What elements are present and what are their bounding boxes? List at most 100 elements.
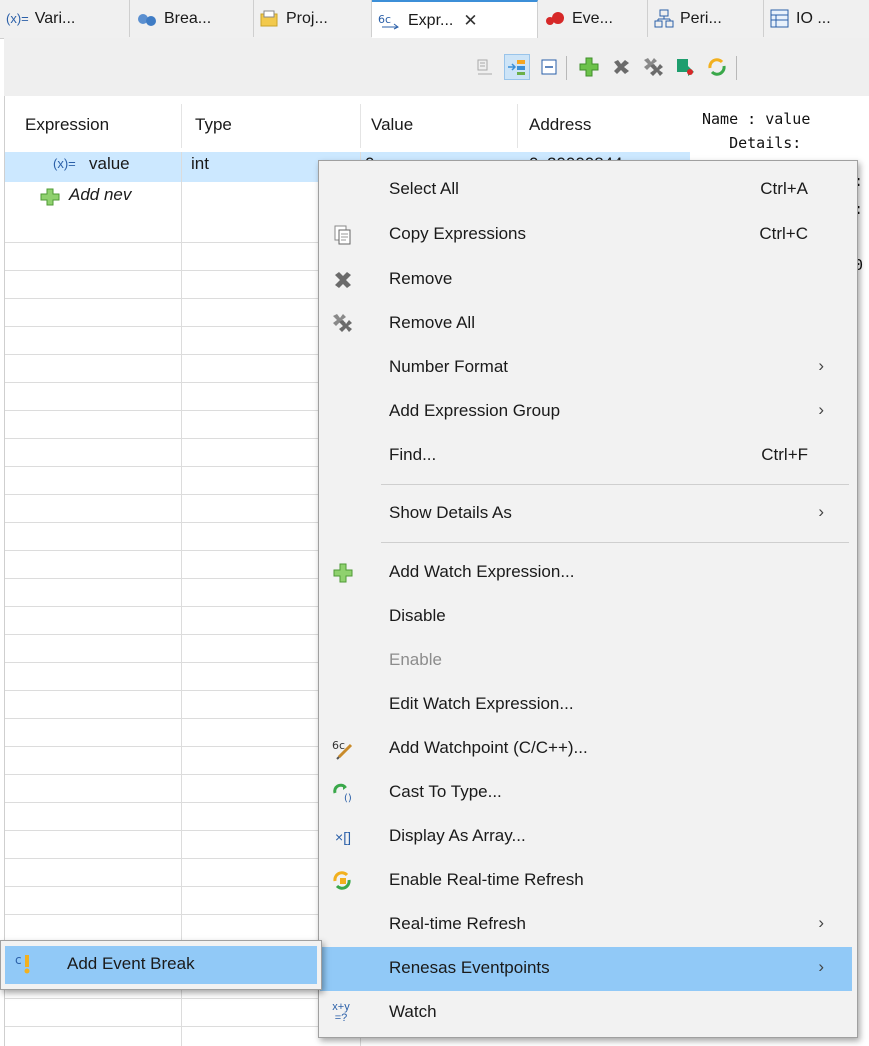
tab-label: Peri... [680, 9, 722, 27]
close-icon[interactable]: ✕ [463, 11, 477, 31]
menu-separator [381, 542, 849, 543]
breakpoints-icon [136, 11, 158, 27]
menu-item-select-all[interactable]: Select All Ctrl+A [320, 168, 852, 212]
tab-label: Vari... [34, 9, 76, 27]
menu-label: Cast To Type... [389, 782, 502, 801]
cast-icon: () [330, 780, 356, 806]
chevron-right-icon: › [818, 957, 824, 976]
menu-item-disable[interactable]: Disable [320, 595, 852, 639]
view-tab-bar: (x)= Vari... Brea... Proj... 6c Expr... … [0, 0, 869, 39]
tab-io-registers[interactable]: IO ... [764, 0, 869, 37]
view-toolbar [4, 38, 869, 96]
menu-item-edit-watch-expression[interactable]: Edit Watch Expression... [320, 683, 852, 727]
copy-icon [330, 222, 356, 248]
tab-peripherals[interactable]: Peri... [648, 0, 764, 37]
menu-item-number-format[interactable]: Number Format › [320, 346, 852, 390]
column-header-address[interactable]: Address [529, 96, 669, 154]
context-menu: Select All Ctrl+A Copy Expressions Ctrl+… [318, 160, 858, 1038]
menu-label: Find... [389, 445, 437, 464]
chevron-right-icon: › [818, 502, 824, 521]
menu-item-renesas-eventpoints[interactable]: Renesas Eventpoints › [320, 947, 852, 991]
menu-item-add-event-break[interactable]: c Add Event Break [5, 946, 317, 984]
remove-icon[interactable] [608, 54, 634, 80]
realtime-icon[interactable] [672, 54, 698, 80]
menu-item-remove-all[interactable]: Remove All [320, 302, 852, 346]
shortcut: Ctrl+A [760, 179, 808, 198]
menu-item-remove[interactable]: Remove [320, 258, 852, 302]
column-header-value[interactable]: Value [371, 96, 511, 154]
menu-item-add-expression-group[interactable]: Add Expression Group › [320, 390, 852, 434]
chevron-right-icon: › [818, 356, 824, 375]
menu-item-enable-realtime-refresh[interactable]: Enable Real-time Refresh [320, 859, 852, 903]
tab-eventpoints[interactable]: Eve... [538, 0, 648, 37]
svg-text:6: 6 [332, 739, 339, 752]
svg-text:(): () [344, 793, 352, 804]
add-icon [330, 560, 356, 586]
collapse-all-icon[interactable] [536, 54, 562, 80]
menu-item-add-watch-expression[interactable]: Add Watch Expression... [320, 551, 852, 595]
menu-label: Edit Watch Expression... [389, 694, 574, 713]
eventpoints-submenu: c Add Event Break [0, 940, 322, 990]
menu-item-display-as-array[interactable]: ×[] Display As Array... [320, 815, 852, 859]
event-break-icon: c [15, 952, 39, 981]
io-registers-icon [770, 9, 790, 29]
shortcut: Ctrl+F [761, 445, 808, 464]
column-header-type[interactable]: Type [195, 96, 355, 154]
column-header-expression[interactable]: Expression [25, 96, 185, 154]
watch-icon: x+y =? [332, 1001, 350, 1024]
chevron-right-icon: › [818, 400, 824, 419]
event-break-icon-text: c [15, 953, 22, 967]
show-type-names-icon[interactable] [472, 54, 498, 80]
tab-project[interactable]: Proj... [254, 0, 372, 37]
remove-all-icon[interactable] [640, 54, 666, 80]
menu-label: Number Format [389, 357, 509, 376]
add-expression-icon[interactable] [576, 54, 602, 80]
details-line: Details: [702, 134, 802, 152]
menu-label: Add Event Break [67, 954, 195, 973]
variable-icon: (x)= [6, 11, 29, 26]
menu-label: Remove [389, 269, 453, 288]
tab-label: Expr... [408, 11, 454, 29]
menu-item-find[interactable]: Find... Ctrl+F [320, 434, 852, 478]
menu-item-watch[interactable]: x+y =? Watch [320, 991, 852, 1035]
tab-label: Proj... [286, 9, 328, 27]
menu-label: Add Watch Expression... [389, 562, 575, 581]
tab-breakpoints[interactable]: Brea... [130, 0, 254, 37]
watchpoint-icon: 6c [330, 736, 356, 762]
menu-label: Enable Real-time Refresh [389, 870, 584, 889]
svg-text:6: 6 [378, 13, 385, 26]
menu-item-show-details-as[interactable]: Show Details As › [320, 492, 852, 536]
menu-label: Enable [389, 650, 442, 669]
peripherals-icon [654, 9, 674, 29]
project-icon [260, 10, 280, 28]
menu-item-enable: Enable [320, 639, 852, 683]
array-icon: ×[] [335, 829, 351, 845]
remove-icon [330, 267, 356, 293]
tab-variables[interactable]: (x)= Vari... [0, 0, 130, 37]
menu-label: Add Watchpoint (C/C++)... [389, 738, 588, 757]
show-logical-structure-icon[interactable] [504, 54, 530, 80]
menu-label: Add Expression Group [389, 401, 561, 420]
menu-label: Show Details As [389, 503, 512, 522]
type-cell: int [191, 154, 209, 173]
shortcut: Ctrl+C [759, 224, 808, 243]
menu-label: Display As Array... [389, 826, 526, 845]
menu-separator [381, 484, 849, 485]
svg-text:c: c [385, 13, 391, 26]
expressions-icon: 6c [378, 12, 402, 30]
menu-label: Real-time Refresh [389, 914, 526, 933]
tab-label: Brea... [164, 9, 212, 27]
menu-item-realtime-refresh[interactable]: Real-time Refresh › [320, 903, 852, 947]
menu-item-cast-to-type[interactable]: () Cast To Type... [320, 771, 852, 815]
tab-expressions[interactable]: 6c Expr... ✕ [372, 0, 538, 39]
menu-label: Disable [389, 606, 446, 625]
tab-label: IO ... [796, 9, 831, 27]
variable-icon: (x)= [53, 156, 76, 171]
enable-realtime-refresh-icon[interactable] [704, 54, 730, 80]
menu-item-add-watchpoint[interactable]: 6c Add Watchpoint (C/C++)... [320, 727, 852, 771]
add-icon [39, 187, 61, 212]
add-new-label: Add nev [69, 185, 132, 204]
menu-label: Select All [389, 179, 459, 198]
menu-item-copy-expressions[interactable]: Copy Expressions Ctrl+C [320, 213, 852, 257]
tab-label: Eve... [572, 9, 613, 27]
